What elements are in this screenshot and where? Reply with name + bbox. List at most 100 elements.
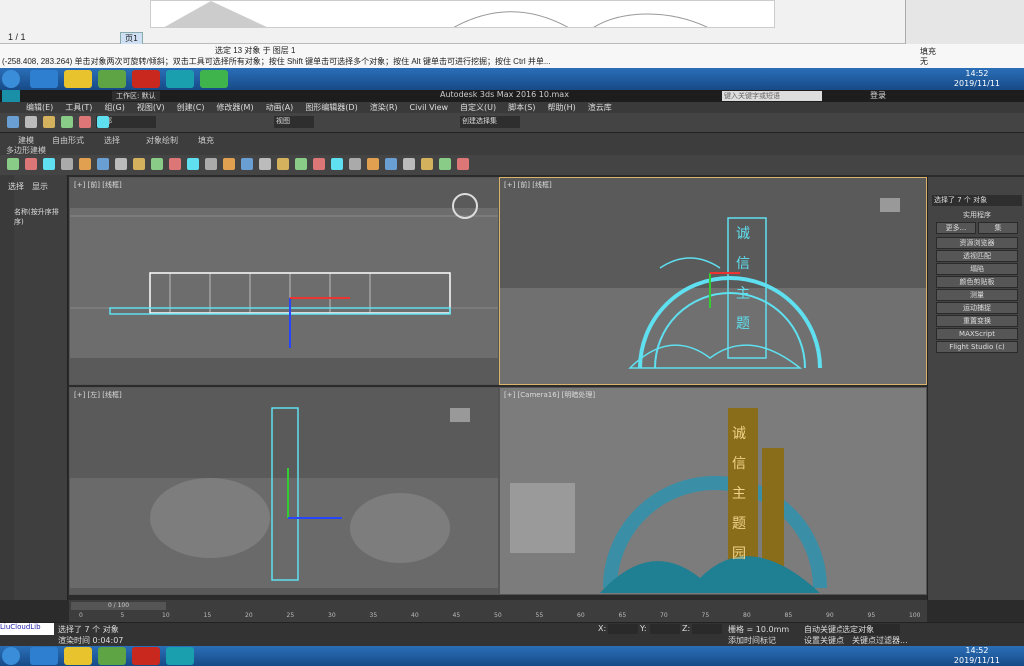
menu-item[interactable]: 修改器(M) xyxy=(216,103,253,112)
key-mode-dropdown[interactable]: 选定对象 xyxy=(842,624,900,635)
menu-item[interactable]: 渲染(R) xyxy=(370,103,398,112)
menu-item[interactable]: 自定义(U) xyxy=(460,103,496,112)
utility-button[interactable]: 重置变换 xyxy=(936,315,1018,327)
create-tool-icon[interactable] xyxy=(367,158,379,170)
scene-tab-select[interactable]: 选择 xyxy=(8,181,24,192)
create-tool-icon[interactable] xyxy=(97,158,109,170)
max-logo-icon[interactable] xyxy=(2,90,20,102)
add-time-tag[interactable]: 添加时间标记 xyxy=(728,635,776,646)
menu-item[interactable]: 图形编辑器(D) xyxy=(305,103,357,112)
menu-item[interactable]: 创建(C) xyxy=(177,103,205,112)
coreldraw-icon[interactable] xyxy=(98,70,126,88)
menu-item[interactable]: 动画(A) xyxy=(266,103,294,112)
ie-icon[interactable] xyxy=(30,647,58,665)
create-tool-icon[interactable] xyxy=(259,158,271,170)
scene-sort-header[interactable]: 名称(按升序排序) xyxy=(14,207,67,227)
create-tool-icon[interactable] xyxy=(115,158,127,170)
menu-item[interactable]: 脚本(S) xyxy=(508,103,535,112)
create-tool-icon[interactable] xyxy=(205,158,217,170)
folder-icon[interactable] xyxy=(64,647,92,665)
utility-button[interactable]: 颜色剪贴板 xyxy=(936,276,1018,288)
3dsmax-icon[interactable] xyxy=(166,647,194,665)
wechat-icon[interactable] xyxy=(200,70,228,88)
create-tool-icon[interactable] xyxy=(331,158,343,170)
none-label[interactable]: 无 xyxy=(920,56,928,67)
create-tool-icon[interactable] xyxy=(169,158,181,170)
utility-button[interactable]: 透视匹配 xyxy=(936,250,1018,262)
menu-item[interactable]: 渲云库 xyxy=(588,103,612,112)
ie-icon[interactable] xyxy=(30,70,58,88)
toolbar-tool-icon[interactable] xyxy=(61,116,73,128)
autocad-icon[interactable] xyxy=(132,647,160,665)
toolbar-tool-icon[interactable] xyxy=(25,116,37,128)
auto-key-button[interactable]: 自动关键点 xyxy=(804,624,844,635)
toolbar-tool-icon[interactable] xyxy=(43,116,55,128)
ribbon-tab[interactable]: 填充 xyxy=(198,135,214,146)
create-tool-icon[interactable] xyxy=(223,158,235,170)
create-tool-icon[interactable] xyxy=(349,158,361,170)
x-field[interactable] xyxy=(608,624,638,634)
viewport-label[interactable]: [+] [前] [线框] xyxy=(74,180,122,190)
create-tool-icon[interactable] xyxy=(241,158,253,170)
autocad-icon[interactable] xyxy=(132,70,160,88)
create-tool-icon[interactable] xyxy=(79,158,91,170)
search-input[interactable]: 键入关键字或短语 xyxy=(722,91,822,101)
toolbar-tool-icon[interactable] xyxy=(79,116,91,128)
create-tool-icon[interactable] xyxy=(277,158,289,170)
named-selection-set[interactable]: 创建选择集 xyxy=(460,116,520,128)
toolbar-tool-icon[interactable] xyxy=(7,116,19,128)
set-key-button[interactable]: 设置关键点 xyxy=(804,635,844,646)
coreldraw-icon[interactable] xyxy=(98,647,126,665)
create-tool-icon[interactable] xyxy=(295,158,307,170)
viewport-camera[interactable]: 诚 信 主 题 园 [+] [Camera16] [明暗处理] xyxy=(499,387,927,595)
maxscript-listener[interactable]: LiuCloudLib xyxy=(0,623,54,635)
start-button[interactable] xyxy=(2,647,20,665)
create-tool-icon[interactable] xyxy=(385,158,397,170)
ribbon-tab[interactable]: 选择 xyxy=(104,135,120,146)
time-slider[interactable]: 0 / 100 xyxy=(71,602,166,610)
viewport-left[interactable]: [+] [左] [线框] xyxy=(69,387,499,595)
create-tool-icon[interactable] xyxy=(151,158,163,170)
toolbar-tool-icon[interactable] xyxy=(97,116,109,128)
create-tool-icon[interactable] xyxy=(133,158,145,170)
login-button[interactable]: 登录 xyxy=(870,90,886,101)
create-tool-icon[interactable] xyxy=(403,158,415,170)
folder-icon[interactable] xyxy=(64,70,92,88)
y-field[interactable] xyxy=(650,624,680,634)
menu-item[interactable]: 帮助(H) xyxy=(547,103,575,112)
create-tool-icon[interactable] xyxy=(313,158,325,170)
menu-item[interactable]: 视图(V) xyxy=(137,103,165,112)
menu-item[interactable]: 组(G) xyxy=(104,103,124,112)
menu-item[interactable]: Civil View xyxy=(410,103,449,112)
viewport-label[interactable]: [+] [左] [线框] xyxy=(74,390,122,400)
viewport-label[interactable]: [+] [前] [线框] xyxy=(504,180,552,190)
workspace-dropdown[interactable]: 工作区: 默认 xyxy=(112,91,160,101)
utility-button[interactable]: 运动捕捉 xyxy=(936,302,1018,314)
rollout-title[interactable]: 实用程序 xyxy=(932,210,1022,220)
utility-button[interactable]: 资源浏览器 xyxy=(936,237,1018,249)
create-tool-icon[interactable] xyxy=(421,158,433,170)
3dsmax-icon[interactable] xyxy=(166,70,194,88)
more-button[interactable]: 更多... xyxy=(936,222,976,234)
create-tool-icon[interactable] xyxy=(25,158,37,170)
sets-button[interactable]: 集 xyxy=(978,222,1018,234)
key-filter-button[interactable]: 关键点过滤器... xyxy=(852,635,908,646)
scene-tab-display[interactable]: 显示 xyxy=(32,181,48,192)
create-tool-icon[interactable] xyxy=(187,158,199,170)
selection-name-field[interactable]: 选择了 7 个 对象 xyxy=(932,195,1022,206)
ribbon-tab[interactable]: 对象绘制 xyxy=(146,135,178,146)
create-tool-icon[interactable] xyxy=(7,158,19,170)
create-tool-icon[interactable] xyxy=(457,158,469,170)
utility-button[interactable]: 塌陷 xyxy=(936,263,1018,275)
ribbon-tab[interactable]: 自由形式 xyxy=(52,135,84,146)
viewport-label[interactable]: [+] [Camera16] [明暗处理] xyxy=(504,390,595,400)
viewport-front-sign[interactable]: 诚 信 主 题 [+] [前] [线框] xyxy=(499,177,927,385)
menu-item[interactable]: 工具(T) xyxy=(65,103,92,112)
create-tool-icon[interactable] xyxy=(43,158,55,170)
utility-button[interactable]: MAXScript xyxy=(936,328,1018,340)
create-tool-icon[interactable] xyxy=(61,158,73,170)
z-field[interactable] xyxy=(692,624,722,634)
menu-item[interactable]: 编辑(E) xyxy=(26,103,53,112)
viewport-front[interactable]: [+] [前] [线框] xyxy=(69,177,499,385)
create-tool-icon[interactable] xyxy=(439,158,451,170)
